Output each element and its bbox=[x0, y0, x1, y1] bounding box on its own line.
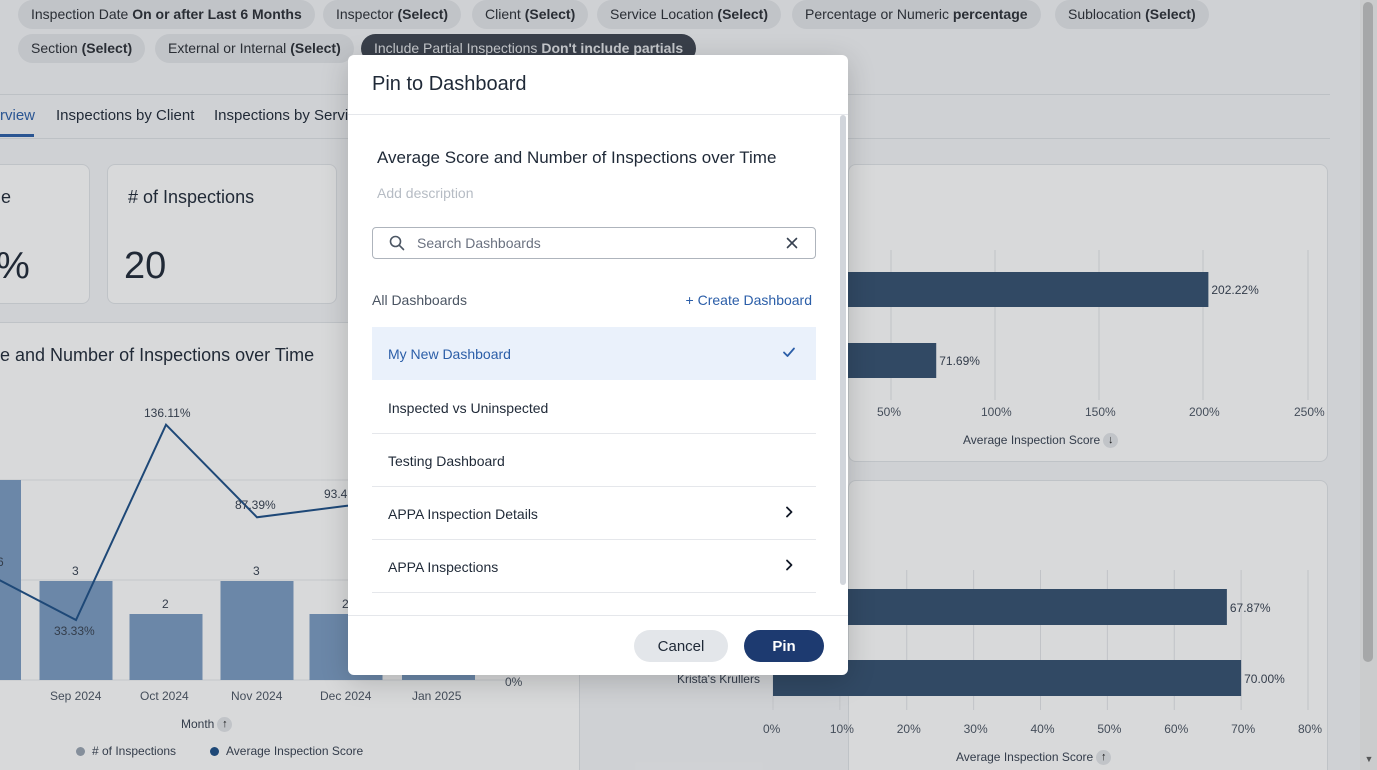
dashboards-list-header: All Dashboards bbox=[372, 292, 467, 308]
dashboard-item-appa-inspections[interactable]: APPA Inspections bbox=[372, 540, 816, 593]
dashboard-item-testing-dashboard[interactable]: Testing Dashboard bbox=[372, 434, 816, 487]
chart-name: Average Score and Number of Inspections … bbox=[377, 148, 777, 167]
checkmark-icon bbox=[783, 347, 795, 357]
dashboard-item-my-new-dashboard[interactable]: My New Dashboard bbox=[372, 327, 816, 380]
description-field[interactable]: Add description bbox=[377, 185, 474, 201]
search-dashboards-box bbox=[372, 227, 816, 259]
dialog-header: Pin to Dashboard bbox=[348, 55, 848, 115]
create-dashboard-link[interactable]: + Create Dashboard bbox=[686, 292, 812, 308]
dashboard-item-inspected-vs-uninspected[interactable]: Inspected vs Uninspected bbox=[372, 381, 816, 434]
dialog-footer: Cancel Pin bbox=[348, 615, 848, 675]
dashboard-item-appa-inspection-details[interactable]: APPA Inspection Details bbox=[372, 487, 816, 540]
dashboard-item-label: Testing Dashboard bbox=[388, 453, 505, 469]
dialog-title: Pin to Dashboard bbox=[372, 73, 527, 95]
search-icon bbox=[389, 235, 405, 251]
search-dashboards-input[interactable] bbox=[417, 228, 767, 258]
dialog-body: Average Score and Number of Inspections … bbox=[348, 115, 848, 615]
dashboard-item-label: Inspected vs Uninspected bbox=[388, 400, 549, 416]
clear-search-icon[interactable] bbox=[784, 235, 800, 251]
pin-button[interactable]: Pin bbox=[744, 630, 824, 662]
dashboard-item-label: APPA Inspections bbox=[388, 559, 499, 575]
dashboard-item-label: APPA Inspection Details bbox=[388, 506, 538, 522]
pin-to-dashboard-dialog: Pin to Dashboard Average Score and Numbe… bbox=[348, 55, 848, 675]
dashboard-item-label: My New Dashboard bbox=[388, 346, 511, 362]
cancel-button[interactable]: Cancel bbox=[634, 630, 728, 662]
chevron-right-icon[interactable] bbox=[782, 505, 796, 519]
chevron-right-icon[interactable] bbox=[782, 558, 796, 572]
dialog-scrollbar[interactable] bbox=[840, 115, 846, 585]
